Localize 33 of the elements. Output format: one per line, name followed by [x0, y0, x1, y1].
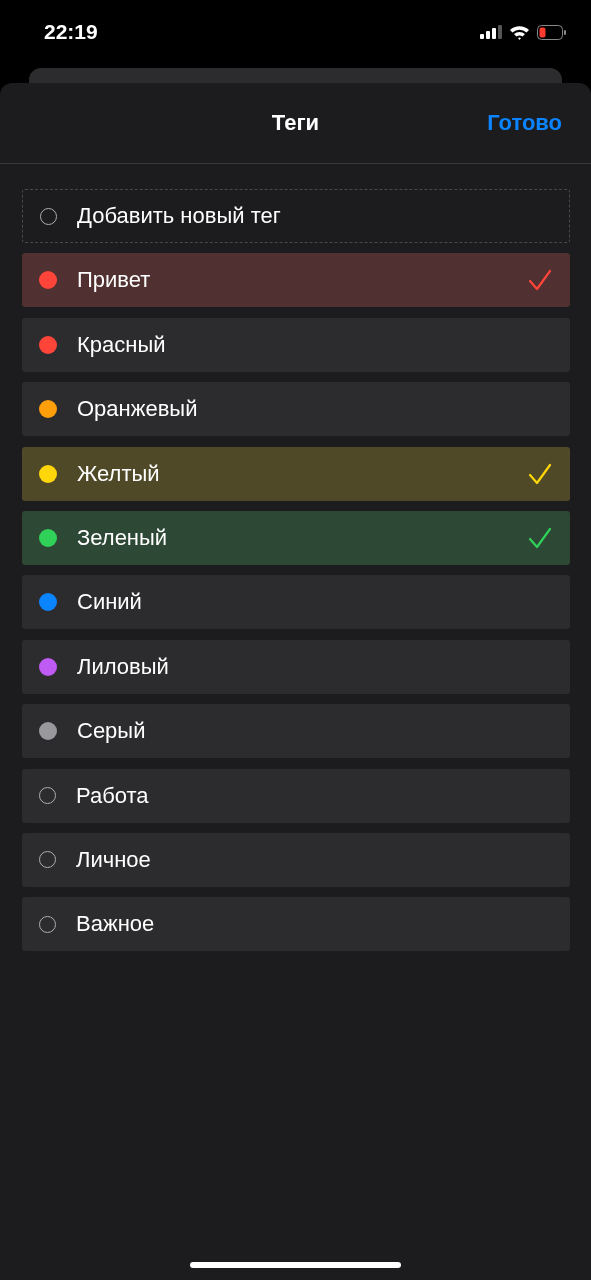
wifi-icon	[509, 24, 530, 40]
tag-label: Красный	[77, 331, 167, 358]
tag-label: Зеленый	[77, 524, 169, 551]
tag-label: Серый	[77, 718, 147, 745]
status-time: 22:19	[44, 20, 99, 45]
battery-icon	[537, 24, 567, 40]
checkmark-icon	[528, 526, 552, 549]
tag-label: Лиловый	[77, 653, 170, 680]
checkmark-icon	[528, 269, 552, 292]
home-indicator[interactable]	[190, 1262, 401, 1268]
done-button[interactable]: Готово	[487, 110, 562, 136]
tag-row[interactable]: Оранжевый	[22, 382, 570, 437]
tag-row[interactable]: Желтый	[22, 446, 570, 501]
tag-row[interactable]: Работа	[22, 768, 570, 823]
add-tag-button[interactable]: Добавить новый тег	[22, 189, 570, 243]
tag-row[interactable]: Лиловый	[22, 639, 570, 694]
tag-row[interactable]: Красный	[22, 317, 570, 372]
tag-row[interactable]: Привет	[22, 253, 570, 308]
tag-label: Личное	[76, 846, 152, 873]
tag-row[interactable]: Серый	[22, 704, 570, 759]
tag-label: Работа	[76, 782, 150, 809]
tag-label: Синий	[77, 589, 143, 616]
tag-row[interactable]: Личное	[22, 832, 570, 887]
tag-label: Важное	[76, 911, 156, 938]
tag-label: Желтый	[77, 460, 161, 487]
checkmark-icon	[528, 462, 552, 485]
tag-row[interactable]: Зеленый	[22, 510, 570, 565]
signal-icon	[480, 25, 502, 39]
tag-row[interactable]: Синий	[22, 575, 570, 630]
tag-label: Привет	[77, 267, 152, 294]
tag-label: Оранжевый	[77, 396, 199, 423]
sheet-title: Теги	[271, 110, 320, 136]
tag-row[interactable]: Важное	[22, 897, 570, 952]
